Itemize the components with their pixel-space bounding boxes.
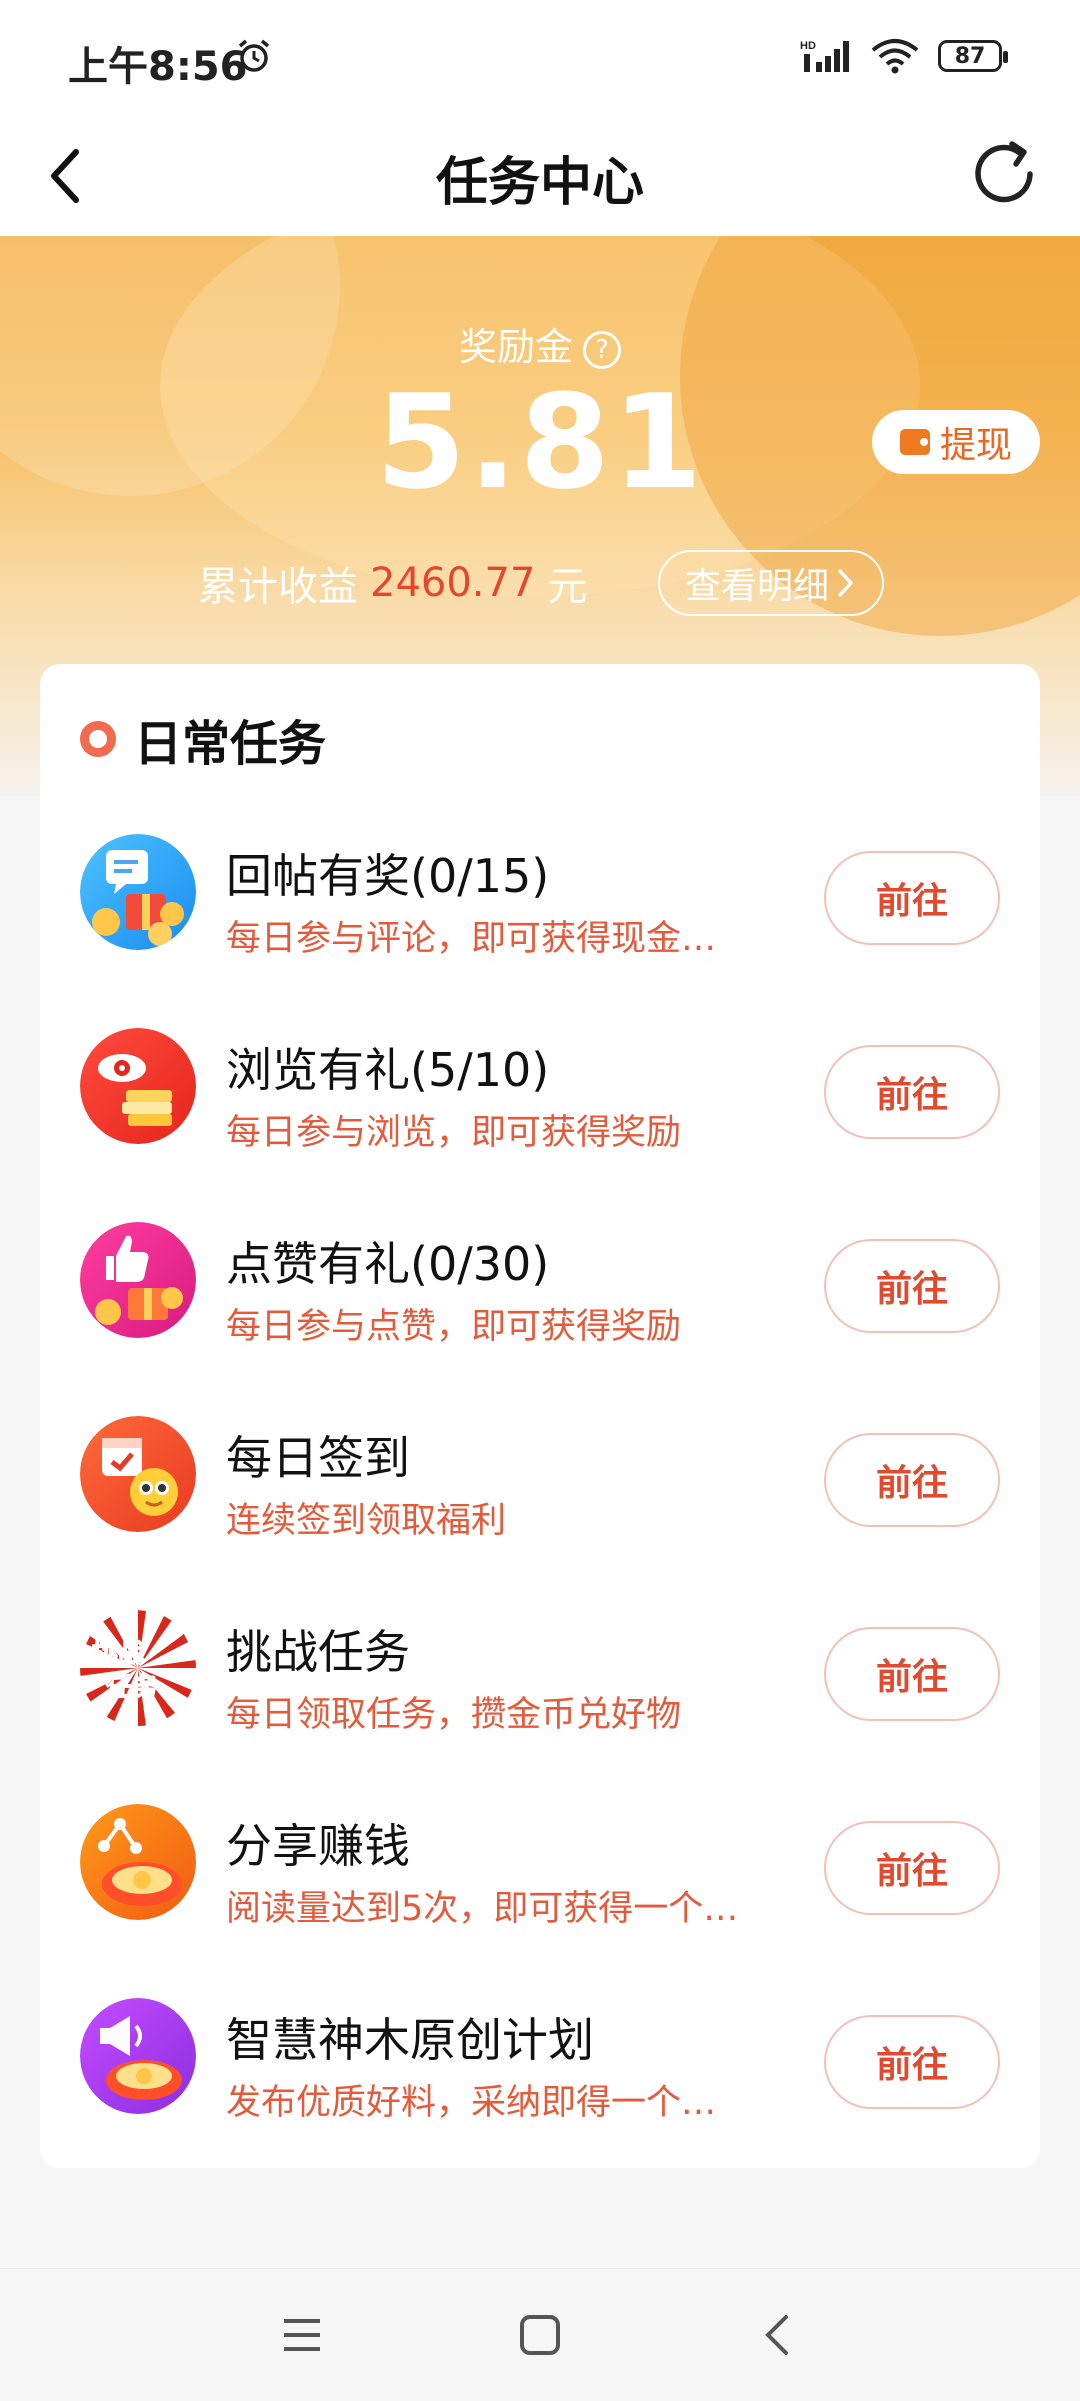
home-icon[interactable] (518, 2313, 562, 2357)
calendar-checkin-icon (80, 1416, 196, 1532)
menu-icon[interactable] (280, 2313, 324, 2357)
task-item: 分享赚钱 阅读量达到5次，即可获得一个… 前往 (40, 1744, 1040, 1938)
signal-icon: HD (800, 40, 849, 72)
system-nav-bar (0, 2268, 1080, 2401)
task-item: 每日签到 连续签到领取福利 前往 (40, 1356, 1040, 1550)
task-name: 每日签到 (226, 1431, 410, 1485)
status-time: 上午8:56 (68, 44, 248, 90)
task-description: 每日参与评论，即可获得现金… (226, 919, 717, 959)
task-go-button[interactable]: 前往 (824, 1045, 1000, 1139)
task-item: 智慧神木原创计划 发布优质好料，采纳即得一个… 前往 (40, 1938, 1040, 2132)
thumbs-up-icon (80, 1222, 196, 1338)
view-details-button[interactable]: 查看明细 (658, 550, 884, 616)
task-description: 连续签到领取福利 (226, 1501, 507, 1541)
task-go-button[interactable]: 前往 (824, 1433, 1000, 1527)
daily-tasks-title: 日常任务 (134, 716, 327, 772)
task-item: 回帖有奖(0/15) 每日参与评论，即可获得现金… 前往 (40, 774, 1040, 968)
task-name: 智慧神木原创计划 (226, 2013, 594, 2067)
daily-tasks-header: 日常任务 (80, 704, 326, 774)
task-description: 每日参与点赞，即可获得奖励 (226, 1307, 682, 1347)
task-go-button[interactable]: 前往 (824, 1821, 1000, 1915)
view-details-label: 查看明细 (684, 566, 829, 607)
daily-tasks-card: 日常任务 回帖有奖(0/15) 每日参与评论，即可获得现金… 前往 浏览有礼(5… (40, 664, 1040, 2168)
task-go-button[interactable]: 前往 (824, 1627, 1000, 1721)
reward-label-row: 奖励金? (0, 316, 1080, 371)
wifi-icon (871, 39, 919, 74)
cumulative-value: 2460.77 (370, 560, 536, 606)
share-icon (80, 1804, 196, 1920)
task-go-button[interactable]: 前往 (824, 851, 1000, 945)
wallet-icon (899, 429, 930, 455)
task-item: 浏览有礼(5/10) 每日参与浏览，即可获得奖励 前往 (40, 968, 1040, 1162)
chevron-right-icon (838, 569, 854, 597)
task-name: 回帖有奖(0/15) (226, 849, 550, 903)
top-app-bar: 任务中心 (0, 116, 1080, 236)
task-item: 点赞有礼(0/30) 每日参与点赞，即可获得奖励 前往 (40, 1162, 1040, 1356)
cumulative-unit: 元 (547, 564, 588, 610)
challenge-icon-text-bottom: 任务 (105, 1673, 158, 1703)
refresh-icon[interactable] (964, 134, 1044, 214)
system-back-icon[interactable] (756, 2313, 800, 2357)
withdraw-button[interactable]: 提现 (872, 410, 1040, 474)
task-name: 浏览有礼(5/10) (226, 1043, 550, 1097)
megaphone-icon (80, 1998, 196, 2114)
task-go-button[interactable]: 前往 (824, 2015, 1000, 2109)
reward-label: 奖励金 (458, 325, 573, 369)
task-description: 每日领取任务，攒金币兑好物 (226, 1695, 682, 1735)
help-icon[interactable]: ? (583, 330, 621, 369)
eye-books-icon (80, 1028, 196, 1144)
challenge-icon: 挑战 任务 (80, 1610, 196, 1726)
alarm-icon (238, 39, 270, 72)
status-bar: 上午8:56 HD 87 (0, 0, 1080, 116)
page-title: 任务中心 (435, 153, 644, 213)
challenge-icon-text-top: 挑战 (92, 1639, 144, 1669)
battery-icon: 87 (938, 40, 1008, 72)
task-name: 分享赚钱 (226, 1819, 410, 1873)
task-description: 每日参与浏览，即可获得奖励 (226, 1113, 682, 1153)
task-item: 挑战 任务 挑战任务 每日领取任务，攒金币兑好物 前往 (40, 1550, 1040, 1744)
task-name: 挑战任务 (226, 1625, 410, 1679)
task-description: 发布优质好料，采纳即得一个… (226, 2083, 717, 2123)
svg-text:HD: HD (800, 40, 816, 52)
battery-level: 87 (954, 43, 986, 69)
task-go-button[interactable]: 前往 (824, 1239, 1000, 1333)
comment-gift-icon (80, 834, 196, 950)
cumulative-label: 累计收益 (198, 564, 358, 610)
task-description: 阅读量达到5次，即可获得一个… (226, 1889, 739, 1929)
withdraw-label: 提现 (939, 425, 1012, 466)
task-name: 点赞有礼(0/30) (226, 1237, 550, 1291)
section-marker-icon (80, 721, 116, 757)
cumulative-earnings: 累计收益 2460.77 元 (198, 554, 587, 612)
